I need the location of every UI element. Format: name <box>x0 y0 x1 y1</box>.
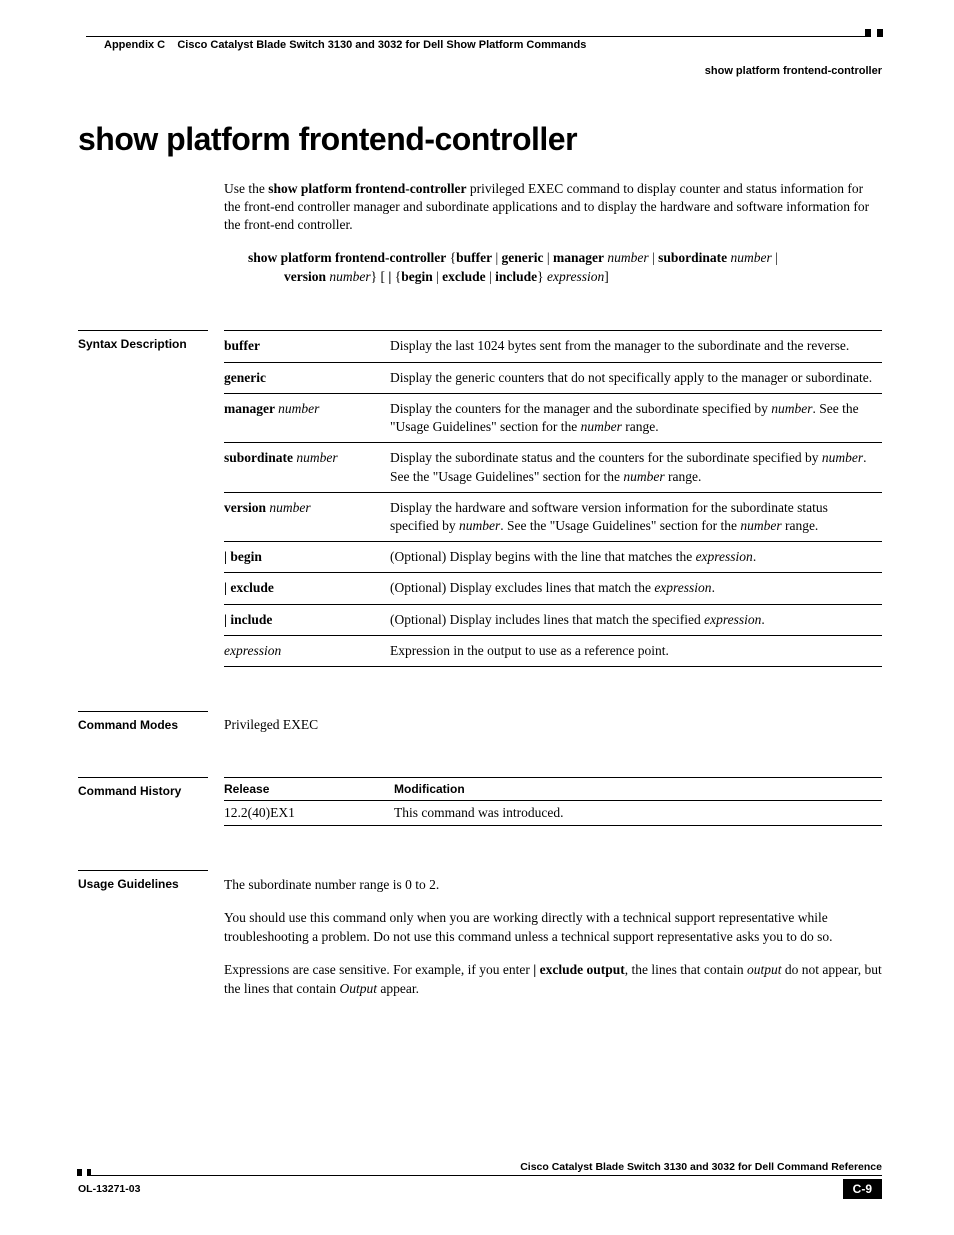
table-row: | exclude (Optional) Display excludes li… <box>224 573 882 604</box>
usage-p3: Expressions are case sensitive. For exam… <box>224 961 882 999</box>
footer: Cisco Catalyst Blade Switch 3130 and 303… <box>78 1161 882 1199</box>
section-label: Command Modes <box>78 711 208 732</box>
section-label: Syntax Description <box>78 330 208 351</box>
header-text: Appendix C Cisco Catalyst Blade Switch 3… <box>104 37 882 51</box>
syntax-cmd: show platform frontend-controller <box>248 250 446 265</box>
command-modes-text: Privileged EXEC <box>224 711 882 733</box>
table-row: buffer Display the last 1024 bytes sent … <box>224 331 882 362</box>
syntax-description-section: Syntax Description buffer Display the la… <box>224 330 882 667</box>
table-row: | include (Optional) Display includes li… <box>224 604 882 635</box>
table-row: generic Display the generic counters tha… <box>224 362 882 393</box>
table-row: manager number Display the counters for … <box>224 393 882 442</box>
col-release: Release <box>224 778 394 801</box>
footer-docid: OL-13271-03 <box>78 1183 140 1195</box>
col-modification: Modification <box>394 778 882 801</box>
running-head: show platform frontend-controller <box>78 65 882 77</box>
intro-paragraph: Use the show platform frontend-controlle… <box>224 180 882 235</box>
page: Appendix C Cisco Catalyst Blade Switch 3… <box>0 0 954 1235</box>
appendix-label: Appendix C <box>104 39 165 51</box>
table-row: | begin (Optional) Display begins with t… <box>224 542 882 573</box>
usage-p2: You should use this command only when yo… <box>224 909 882 947</box>
intro-text: Use the <box>224 181 268 196</box>
usage-guidelines-section: Usage Guidelines The subordinate number … <box>224 870 882 998</box>
header-rule: Appendix C Cisco Catalyst Blade Switch 3… <box>86 36 882 51</box>
table-header-row: Release Modification <box>224 778 882 801</box>
table-row: subordinate number Display the subordina… <box>224 443 882 492</box>
table-row: expression Expression in the output to u… <box>224 635 882 666</box>
chapter-title: Cisco Catalyst Blade Switch 3130 and 303… <box>177 39 586 51</box>
section-label: Usage Guidelines <box>78 870 208 891</box>
body: Use the show platform frontend-controlle… <box>224 180 882 999</box>
syntax-table: buffer Display the last 1024 bytes sent … <box>224 330 882 667</box>
footer-rule <box>78 1175 882 1176</box>
footer-book-title: Cisco Catalyst Blade Switch 3130 and 303… <box>78 1161 882 1173</box>
usage-p1: The subordinate number range is 0 to 2. <box>224 870 882 895</box>
syntax-line: show platform frontend-controller {buffe… <box>248 249 882 287</box>
section-label: Command History <box>78 777 208 798</box>
intro-cmd: show platform frontend-controller <box>268 181 466 196</box>
table-row: 12.2(40)EX1 This command was introduced. <box>224 801 882 826</box>
header-marker-icon <box>865 29 883 37</box>
release-cell: 12.2(40)EX1 <box>224 801 394 826</box>
command-modes-section: Command Modes Privileged EXEC <box>224 711 882 733</box>
command-history-section: Command History Release Modification 12.… <box>224 777 882 826</box>
history-table: Release Modification 12.2(40)EX1 This co… <box>224 777 882 826</box>
footer-page-number: C-9 <box>843 1179 882 1199</box>
table-row: version number Display the hardware and … <box>224 492 882 541</box>
page-title: show platform frontend-controller <box>78 121 882 158</box>
modification-cell: This command was introduced. <box>394 801 882 826</box>
